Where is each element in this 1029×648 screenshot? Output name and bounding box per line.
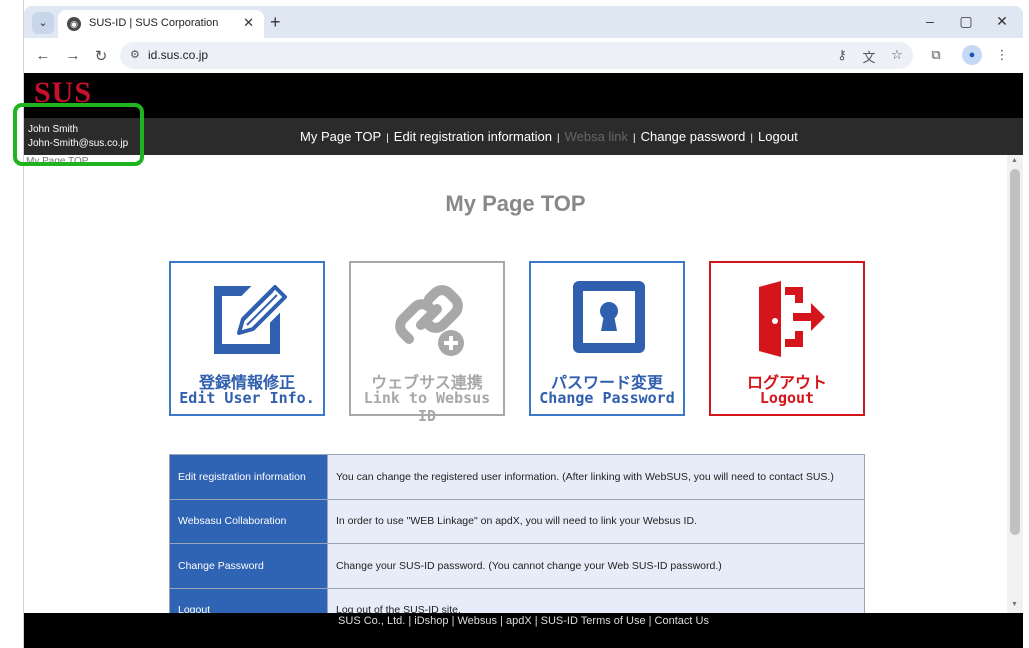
nav-logout[interactable]: Logout xyxy=(758,129,798,144)
nav-websa-link: Websa link xyxy=(564,129,628,144)
globe-icon: ◉ xyxy=(67,17,81,31)
browser-chrome: ⌄ ◉ SUS-ID | SUS Corporation ✕ + – ▢ ✕ ←… xyxy=(24,6,1023,73)
tab-title: SUS-ID | SUS Corporation xyxy=(89,17,219,29)
tab-search-chevron-icon[interactable]: ⌄ xyxy=(32,12,54,34)
row-description: In order to use "WEB Linkage" on apdX, y… xyxy=(327,498,865,544)
key-icon[interactable]: ⚷ xyxy=(833,47,851,63)
site-footer: SUS Co., Ltd. | iDshop | Websus | apdX |… xyxy=(24,613,1023,648)
edit-user-info-card[interactable]: 登録情報修正 Edit User Info. xyxy=(169,261,325,416)
scroll-down-arrow-icon[interactable]: ▼ xyxy=(1011,601,1018,608)
nav-my-page-top[interactable]: My Page TOP xyxy=(300,129,381,144)
browser-window: ⌄ ◉ SUS-ID | SUS Corporation ✕ + – ▢ ✕ ←… xyxy=(0,0,1029,648)
browser-toolbar: ← → ↻ ⚙ id.sus.co.jp ⚷ 文 ☆ ⧉ ● ⋮ xyxy=(24,38,1023,73)
nav-links: My Page TOP | Edit registration informatio… xyxy=(300,129,798,144)
table-row: Edit registration information You can ch… xyxy=(169,454,865,500)
address-bar[interactable]: ⚙ id.sus.co.jp xyxy=(120,42,913,69)
table-row: Change Password Change your SUS-ID passw… xyxy=(169,543,865,589)
row-description: You can change the registered user infor… xyxy=(327,454,865,500)
reload-icon[interactable]: ↻ xyxy=(92,47,110,65)
vertical-scrollbar[interactable]: ▲ ▼ xyxy=(1007,155,1023,613)
forward-arrow-icon[interactable]: → xyxy=(64,47,82,64)
site-info-icon[interactable]: ⚙ xyxy=(130,48,140,61)
nav-separator: | xyxy=(557,133,560,144)
row-label[interactable]: Websasu Collaboration xyxy=(169,498,328,544)
table-row: Websasu Collaboration In order to use "W… xyxy=(169,498,865,544)
row-description: Change your SUS-ID password. (You cannot… xyxy=(327,543,865,589)
row-label[interactable]: Edit registration information xyxy=(169,454,328,500)
exit-door-icon xyxy=(759,281,825,357)
site-header: SUS xyxy=(24,73,1023,118)
maximize-icon[interactable]: ▢ xyxy=(956,13,976,30)
nav-separator: | xyxy=(386,133,389,144)
card-label-en: Change Password xyxy=(539,389,675,407)
tab-close-icon[interactable]: ✕ xyxy=(243,15,254,31)
info-table: Edit registration information You can ch… xyxy=(169,454,865,613)
card-label-en: Logout xyxy=(759,389,815,407)
user-info-highlight xyxy=(13,103,144,166)
profile-avatar-icon[interactable]: ● xyxy=(962,45,982,65)
url-text: id.sus.co.jp xyxy=(148,48,209,62)
row-label[interactable]: Change Password xyxy=(169,543,328,589)
close-window-icon[interactable]: ✕ xyxy=(992,13,1012,30)
change-password-card[interactable]: パスワード変更 Change Password xyxy=(529,261,685,416)
nav-separator: | xyxy=(750,133,753,144)
edit-document-icon xyxy=(214,285,287,354)
translate-icon[interactable]: 文 xyxy=(860,47,878,66)
nav-separator: | xyxy=(632,133,636,144)
page-content: My Page TOP 登録情報修正 Edit User Info. ウェブサス… xyxy=(24,155,1007,613)
nav-edit-registration[interactable]: Edit registration information xyxy=(394,129,552,144)
row-description: Log out of the SUS-ID site. xyxy=(327,587,865,613)
table-row: Logout Log out of the SUS-ID site. xyxy=(169,587,865,613)
scroll-up-arrow-icon[interactable]: ▲ xyxy=(1011,157,1018,164)
card-label-en: Link to Websus ID xyxy=(363,389,491,425)
menu-kebab-icon[interactable]: ⋮ xyxy=(993,47,1011,63)
footer-links[interactable]: SUS Co., Ltd. | iDshop | Websus | apdX |… xyxy=(24,615,1023,627)
link-websus-card[interactable]: ウェブサス連携 Link to Websus ID xyxy=(349,261,505,425)
chain-link-icon xyxy=(395,285,464,356)
logout-card[interactable]: ログアウト Logout xyxy=(709,261,865,416)
scrollbar-thumb[interactable] xyxy=(1010,169,1020,535)
tab-strip: ⌄ ◉ SUS-ID | SUS Corporation ✕ + – ▢ ✕ xyxy=(24,6,1023,38)
left-margin xyxy=(0,0,24,648)
back-arrow-icon[interactable]: ← xyxy=(34,47,52,64)
new-tab-plus-icon[interactable]: + xyxy=(270,12,281,33)
minimize-icon[interactable]: – xyxy=(920,13,940,29)
card-label-en: Edit User Info. xyxy=(179,389,315,407)
nav-change-password[interactable]: Change password xyxy=(641,129,746,144)
extensions-icon[interactable]: ⧉ xyxy=(927,47,945,63)
row-label[interactable]: Logout xyxy=(169,587,328,613)
keyhole-lock-icon xyxy=(573,281,645,353)
browser-tab[interactable]: ◉ SUS-ID | SUS Corporation ✕ xyxy=(58,10,264,38)
page-title: My Page TOP xyxy=(445,191,586,216)
bookmark-star-icon[interactable]: ☆ xyxy=(888,47,906,63)
site-nav-bar: John Smith John-Smith@sus.co.jp My Page … xyxy=(24,118,1023,155)
